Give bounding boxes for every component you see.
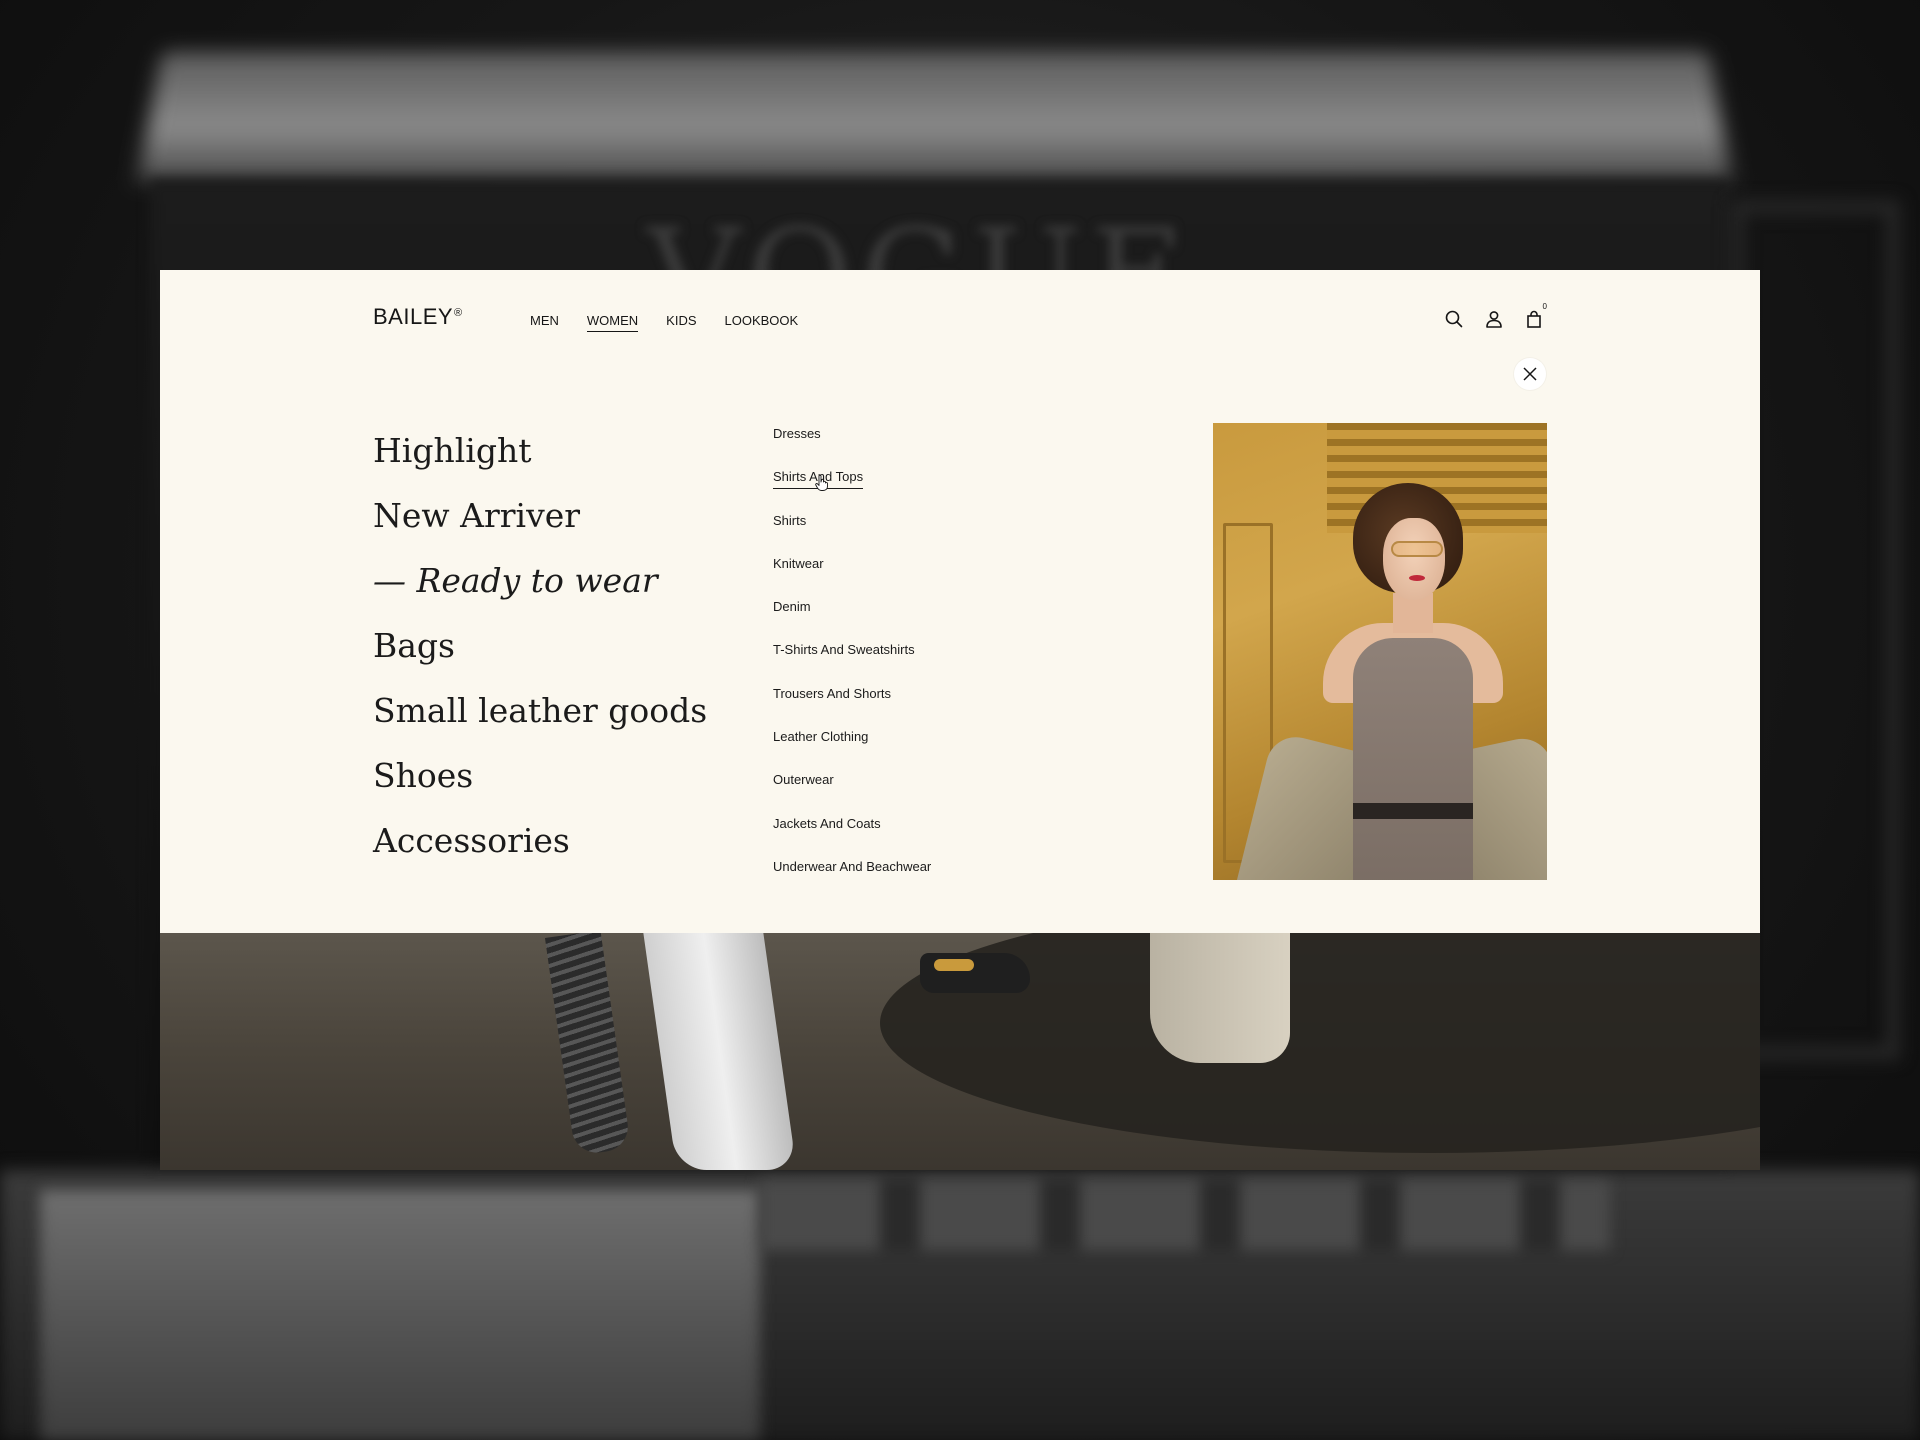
- main-category-bags[interactable]: Bags: [373, 613, 707, 678]
- search-button[interactable]: [1441, 306, 1467, 332]
- background-awning: [138, 52, 1732, 181]
- hero-figure-legs: [643, 933, 796, 1170]
- hero-sneaker: [920, 953, 1030, 993]
- photo-tank-top: [1353, 638, 1473, 880]
- brand-name: BAILEY: [373, 304, 453, 329]
- sub-category-label: Denim: [773, 599, 811, 614]
- account-button[interactable]: [1481, 306, 1507, 332]
- close-icon: [1523, 367, 1537, 381]
- sub-category-shirts[interactable]: Shirts: [773, 511, 931, 554]
- header: BAILEY® MEN WOMEN KIDS LOOKBOOK 0: [373, 294, 1547, 358]
- sub-category-knitwear[interactable]: Knitwear: [773, 554, 931, 597]
- cart-count-badge: 0: [1543, 302, 1547, 311]
- nav-item-women[interactable]: WOMEN: [587, 313, 638, 332]
- main-category-highlight[interactable]: Highlight: [373, 418, 707, 483]
- sub-category-trousers-and-shorts[interactable]: Trousers And Shorts: [773, 684, 931, 727]
- main-category-ready-to-wear[interactable]: — Ready to wear: [373, 548, 707, 613]
- photo-belt: [1353, 803, 1473, 819]
- sub-category-label: Jackets And Coats: [773, 816, 881, 831]
- main-category-small-leather-goods[interactable]: Small leather goods: [373, 678, 707, 743]
- main-category-shoes[interactable]: Shoes: [373, 743, 707, 808]
- photo-face: [1383, 518, 1445, 600]
- sub-category-t-shirts-and-sweatshirts[interactable]: T-Shirts And Sweatshirts: [773, 640, 931, 683]
- sub-category-leather-clothing[interactable]: Leather Clothing: [773, 727, 931, 770]
- sub-category-label: T-Shirts And Sweatshirts: [773, 642, 915, 657]
- featured-model-photo: [1213, 423, 1547, 880]
- close-menu-button[interactable]: [1514, 358, 1546, 390]
- sub-category-outerwear[interactable]: Outerwear: [773, 770, 931, 813]
- sub-category-dresses[interactable]: Dresses: [773, 424, 931, 467]
- background-kiosk: [40, 1190, 760, 1440]
- header-tools: 0: [1441, 306, 1547, 332]
- photo-sunglasses: [1391, 541, 1443, 557]
- sub-category-shirts-and-tops[interactable]: Shirts And Tops: [773, 467, 931, 510]
- sub-category-denim[interactable]: Denim: [773, 597, 931, 640]
- main-category-list: Highlight New Arriver — Ready to wear Ba…: [373, 418, 707, 873]
- sub-category-list: Dresses Shirts And Tops Shirts Knitwear …: [773, 424, 931, 900]
- search-icon: [1445, 310, 1463, 328]
- sub-category-label: Knitwear: [773, 556, 824, 571]
- hero-skateboard: [545, 933, 631, 1156]
- sub-category-underwear-and-beachwear[interactable]: Underwear And Beachwear: [773, 857, 931, 900]
- nav-item-men[interactable]: MEN: [530, 313, 559, 332]
- sub-category-jackets-and-coats[interactable]: Jackets And Coats: [773, 814, 931, 857]
- nav-item-lookbook[interactable]: LOOKBOOK: [725, 313, 799, 332]
- user-icon: [1485, 310, 1503, 328]
- sub-category-label: Outerwear: [773, 772, 834, 787]
- mega-menu-panel: BAILEY® MEN WOMEN KIDS LOOKBOOK 0 Highli…: [160, 270, 1760, 933]
- sub-category-label: Underwear And Beachwear: [773, 859, 931, 874]
- background-posters: [760, 1180, 1610, 1250]
- shopping-bag-icon: [1525, 310, 1543, 328]
- hand-cursor-icon: [815, 475, 829, 491]
- sub-category-label: Leather Clothing: [773, 729, 868, 744]
- main-category-accessories[interactable]: Accessories: [373, 808, 707, 873]
- brand-logo[interactable]: BAILEY®: [373, 304, 463, 330]
- sub-category-label: Dresses: [773, 426, 821, 441]
- photo-lips: [1409, 575, 1425, 581]
- cart-button[interactable]: 0: [1521, 306, 1547, 332]
- main-nav: MEN WOMEN KIDS LOOKBOOK: [530, 313, 798, 332]
- hero-image: [160, 933, 1760, 1170]
- sub-category-label: Shirts: [773, 513, 806, 528]
- hero-figure-trousers: [1150, 933, 1290, 1063]
- sub-category-label: Trousers And Shorts: [773, 686, 891, 701]
- nav-item-kids[interactable]: KIDS: [666, 313, 696, 332]
- main-category-new-arriver[interactable]: New Arriver: [373, 483, 707, 548]
- brand-registered-mark: ®: [454, 307, 463, 319]
